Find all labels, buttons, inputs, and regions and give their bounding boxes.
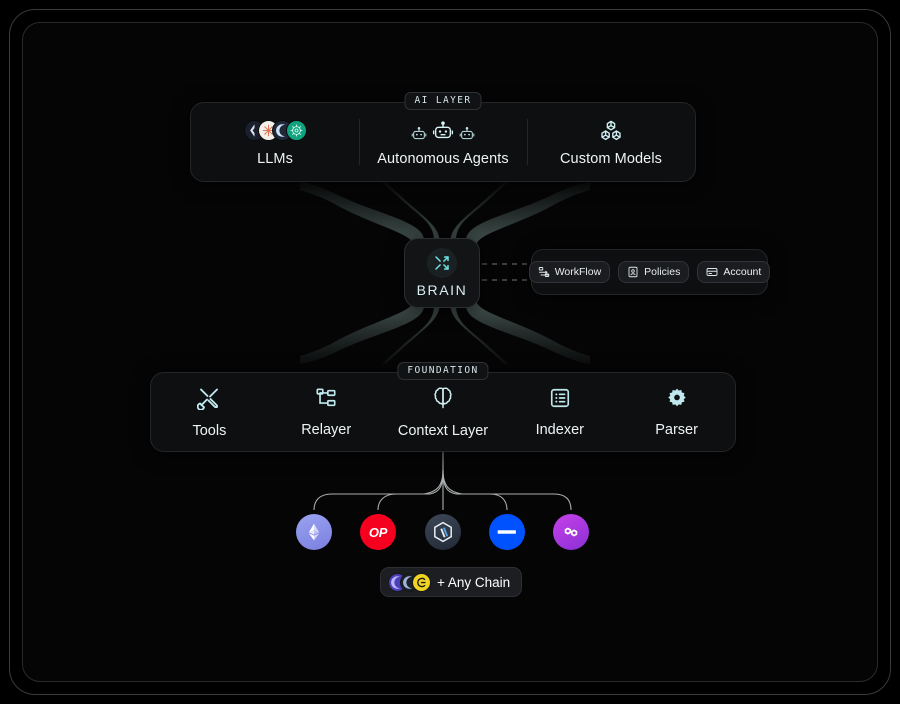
foundation-panel: FOUNDATION Tools Relayer Context Layer I… — [150, 362, 736, 452]
architecture-diagram: AI LAYER LLMs Autonomous Agents Custom M… — [0, 0, 900, 704]
foundation-label-tools: Tools — [192, 422, 227, 439]
gear-icon — [666, 387, 688, 414]
robot-icon — [411, 118, 475, 144]
llm-logo-4 — [285, 120, 307, 141]
foundation-cell-relayer[interactable]: Relayer — [268, 387, 385, 438]
shuffle-icon — [427, 248, 457, 278]
brain-icon — [431, 386, 455, 415]
ai-label-llms: LLMs — [257, 150, 293, 167]
chip-account[interactable]: Account — [697, 261, 771, 283]
chip-account-label: Account — [723, 265, 762, 278]
chain-logo-polygon[interactable] — [553, 514, 589, 550]
brain-node[interactable]: BRAIN — [404, 238, 480, 308]
chip-policies-label: Policies — [644, 265, 681, 278]
brain-label: BRAIN — [416, 282, 468, 298]
chip-workflow[interactable]: WorkFlow — [528, 261, 611, 283]
foundation-label-parser: Parser — [655, 421, 698, 438]
brain-chips-panel: WorkFlow Policies Account — [528, 249, 771, 295]
chain-logo-base[interactable] — [489, 514, 525, 550]
foundation-label-relayer: Relayer — [301, 421, 352, 438]
dashed-brain-to-chips — [482, 263, 531, 281]
foundation-cell-indexer[interactable]: Indexer — [501, 387, 618, 438]
ai-layer-panel: AI LAYER LLMs Autonomous Agents Custom M… — [190, 92, 696, 182]
ai-label-custom-models: Custom Models — [559, 150, 663, 167]
list-icon — [549, 387, 571, 414]
llm-logos-icon — [243, 118, 307, 144]
ai-cell-autonomous-agents[interactable]: Autonomous Agents — [359, 103, 527, 181]
any-chain-chip[interactable]: + Any Chain — [380, 567, 523, 597]
any-chain-label: + Any Chain — [437, 574, 511, 590]
chain-logo-ethereum[interactable] — [296, 514, 332, 550]
ai-cell-custom-models[interactable]: Custom Models — [527, 103, 695, 181]
ai-cell-llms[interactable]: LLMs — [191, 103, 359, 181]
ai-label-autonomous-agents: Autonomous Agents — [377, 150, 509, 167]
any-chain-avatars — [388, 572, 431, 592]
ribbon-brain-to-foundation — [300, 300, 590, 364]
ribbon-brain-to-ai — [300, 182, 590, 246]
account-icon — [706, 266, 718, 278]
foundation-label-indexer: Indexer — [535, 421, 584, 438]
policy-icon — [627, 266, 639, 278]
foundation-cell-tools[interactable]: Tools — [151, 386, 268, 439]
foundation-cell-parser[interactable]: Parser — [618, 387, 735, 438]
chip-policies[interactable]: Policies — [618, 261, 690, 283]
chain-logo-arbitrum[interactable] — [425, 514, 461, 550]
chip-workflow-label: WorkFlow — [554, 265, 602, 278]
tools-icon — [197, 386, 221, 415]
hierarchy-icon — [315, 387, 337, 414]
any-chain-avatar-3 — [412, 572, 431, 592]
foundation-cell-context-layer[interactable]: Context Layer — [385, 386, 502, 439]
workflow-icon — [538, 266, 550, 278]
foundation-badge: FOUNDATION — [397, 362, 489, 380]
chain-logo-optimism[interactable]: OP — [360, 514, 396, 550]
branch-foundation-to-chains — [313, 452, 572, 511]
cubes-icon — [599, 118, 623, 144]
foundation-label-context-layer: Context Layer — [397, 422, 489, 439]
